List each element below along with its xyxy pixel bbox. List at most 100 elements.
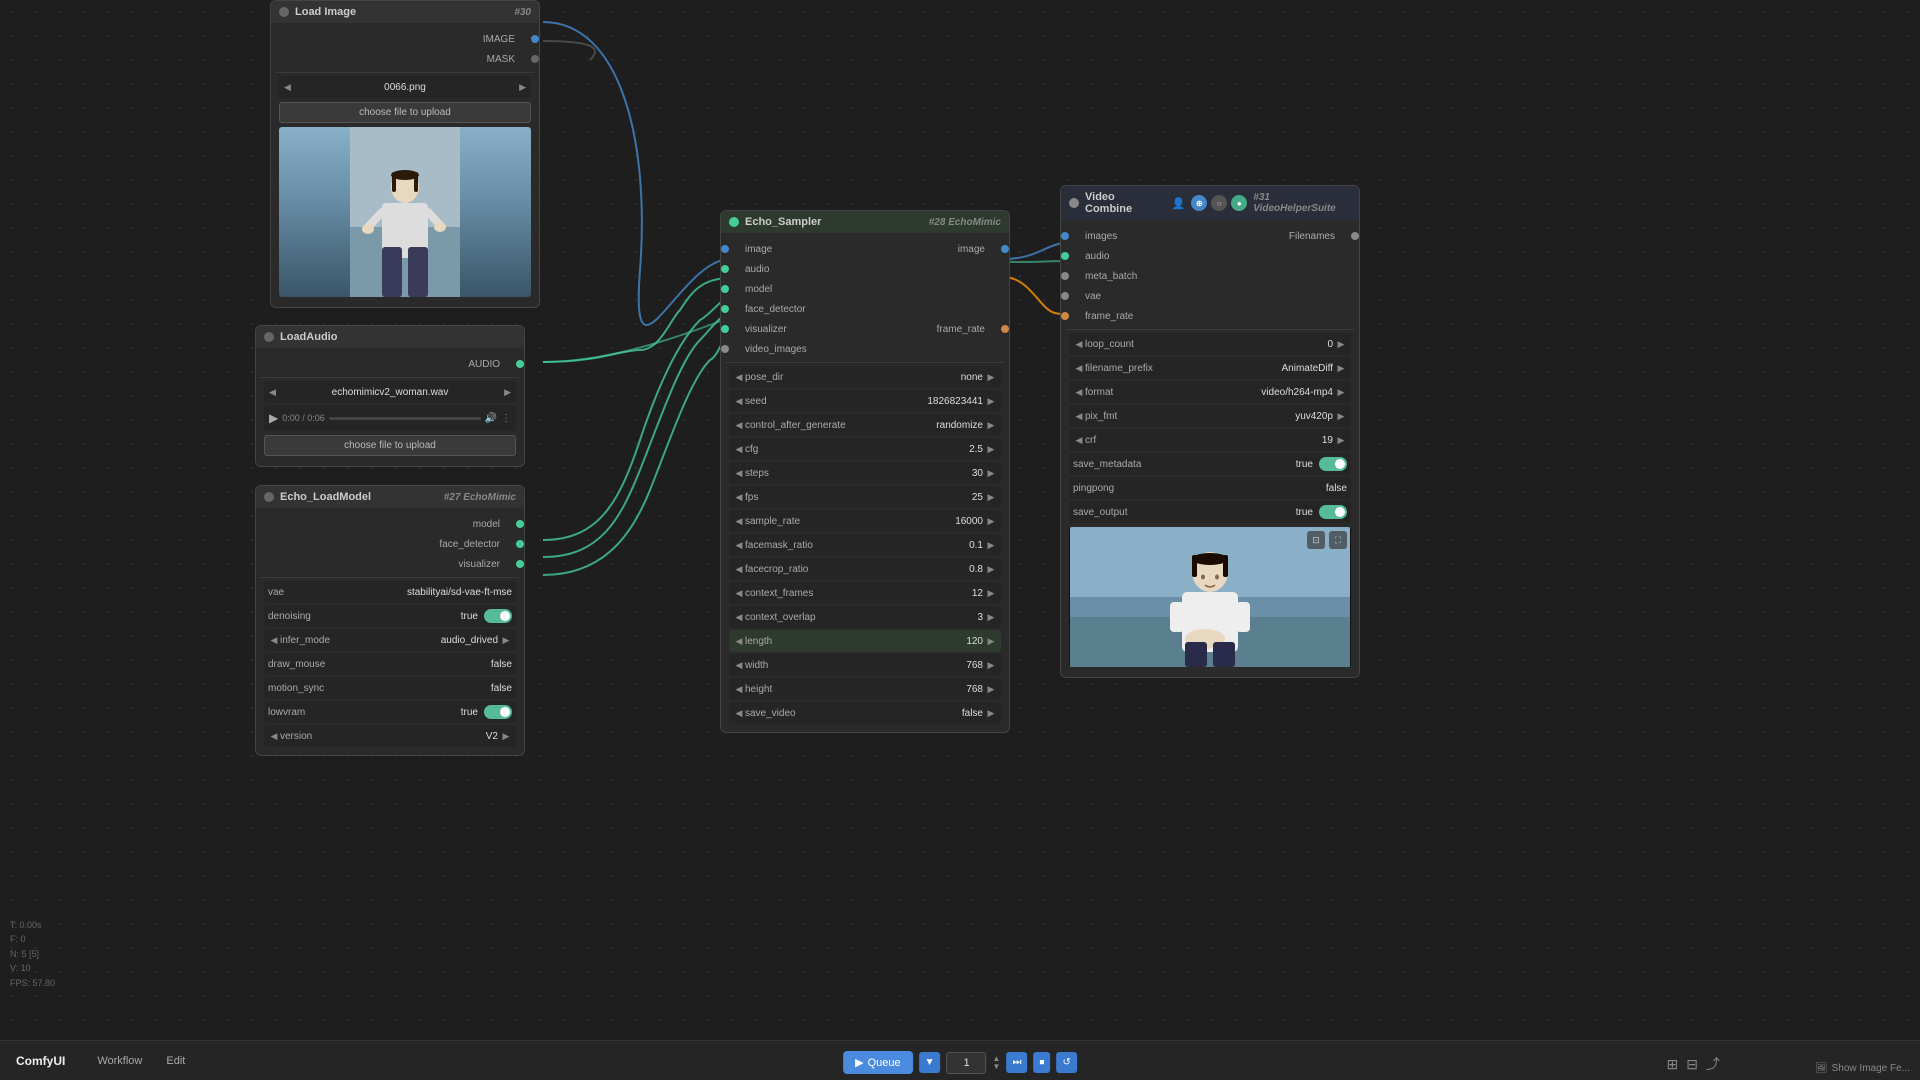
context-frames-prev[interactable]: ◀ — [733, 587, 745, 599]
height-next[interactable]: ▶ — [985, 683, 997, 695]
pose-dir-next[interactable]: ▶ — [985, 371, 997, 383]
audio-progress-bar[interactable] — [329, 417, 481, 420]
infer-mode-next[interactable]: ▶ — [500, 634, 512, 646]
queue-label: Queue — [868, 1057, 901, 1069]
facemask-next[interactable]: ▶ — [985, 539, 997, 551]
width-next[interactable]: ▶ — [985, 659, 997, 671]
facemask-prev[interactable]: ◀ — [733, 539, 745, 551]
control-after-next[interactable]: ▶ — [985, 419, 997, 431]
steps-prev[interactable]: ◀ — [733, 467, 745, 479]
vc-audio-in-port: audio — [1065, 246, 1210, 266]
width-ctrl: ◀ width 768 ▶ — [729, 654, 1001, 676]
visualizer-output-port: visualizer — [260, 554, 520, 574]
height-prev[interactable]: ◀ — [733, 683, 745, 695]
loop-count-next[interactable]: ▶ — [1335, 338, 1347, 350]
person-svg — [350, 127, 460, 297]
save-metadata-toggle[interactable] — [1319, 457, 1347, 471]
node-icon-person: 👤 — [1172, 197, 1186, 210]
control-after-ctrl: ◀ control_after_generate randomize ▶ — [729, 414, 1001, 436]
filenames-out-port: Filenames — [1210, 226, 1355, 246]
play-button[interactable]: ▶ — [269, 411, 278, 425]
fps-prev[interactable]: ◀ — [733, 491, 745, 503]
width-prev[interactable]: ◀ — [733, 659, 745, 671]
audio-file-selector[interactable]: ◀ echomimicv2_woman.wav ▶ — [264, 381, 516, 403]
cfg-next[interactable]: ▶ — [985, 443, 997, 455]
queue-count-down[interactable]: ▼ — [993, 1063, 1001, 1071]
loop-count-prev[interactable]: ◀ — [1073, 338, 1085, 350]
sample-rate-prev[interactable]: ◀ — [733, 515, 745, 527]
length-next[interactable]: ▶ — [985, 635, 997, 647]
workflow-menu[interactable]: Workflow — [97, 1055, 142, 1067]
filename-prefix-next[interactable]: ▶ — [1335, 362, 1347, 374]
stop-button[interactable]: ⏹ — [1033, 1052, 1050, 1073]
vc-btn-2[interactable]: ○ — [1211, 195, 1227, 211]
share-icon-button[interactable]: ⤴ — [1706, 1054, 1720, 1074]
next-audio-arrow[interactable]: ▶ — [501, 387, 514, 398]
layout-icon-button[interactable]: ⊟ — [1686, 1056, 1698, 1073]
lowvram-toggle[interactable] — [484, 705, 512, 719]
context-overlap-next[interactable]: ▶ — [985, 611, 997, 623]
infer-mode-ctrl: ◀ infer_mode audio_drived ▶ — [264, 629, 516, 651]
node-body: AUDIO ◀ echomimicv2_woman.wav ▶ ▶ 0:00 /… — [256, 348, 524, 466]
save-video-next[interactable]: ▶ — [985, 707, 997, 719]
audio-more-button[interactable]: ⋮ — [501, 413, 511, 424]
seed-prev[interactable]: ◀ — [733, 395, 745, 407]
output-ports: image frame_rate — [865, 239, 1005, 359]
history-button[interactable]: ↺ — [1056, 1052, 1076, 1073]
context-frames-next[interactable]: ▶ — [985, 587, 997, 599]
grid-icon-button[interactable]: ⊞ — [1667, 1056, 1679, 1073]
facecrop-prev[interactable]: ◀ — [733, 563, 745, 575]
save-output-toggle[interactable] — [1319, 505, 1347, 519]
image-upload-button[interactable]: choose file to upload — [279, 102, 531, 123]
seed-next[interactable]: ▶ — [985, 395, 997, 407]
show-image-feed-button[interactable]: 🖼 Show Image Fe... — [1815, 1063, 1910, 1074]
queue-button[interactable]: ▶ Queue — [843, 1051, 913, 1074]
node-title: LoadAudio — [280, 331, 337, 343]
skip-button[interactable]: ⏭ — [1006, 1052, 1027, 1073]
context-overlap-prev[interactable]: ◀ — [733, 611, 745, 623]
infer-mode-prev[interactable]: ◀ — [268, 634, 280, 646]
queue-count-stepper: ▲ ▼ — [993, 1055, 1001, 1071]
audio-upload-button[interactable]: choose file to upload — [264, 435, 516, 456]
meta-batch-in-dot — [1061, 272, 1069, 280]
facecrop-next[interactable]: ▶ — [985, 563, 997, 575]
crf-next[interactable]: ▶ — [1335, 434, 1347, 446]
vae-ctrl: vae stabilityai/sd-vae-ft-mse — [264, 581, 516, 603]
steps-next[interactable]: ▶ — [985, 467, 997, 479]
audio-in-port: audio — [725, 259, 865, 279]
stat-T: T: 0.00s — [10, 918, 55, 932]
pose-dir-prev[interactable]: ◀ — [733, 371, 745, 383]
expand-icon[interactable]: ⊡ — [1307, 531, 1325, 549]
vc-btn-3[interactable]: ● — [1231, 195, 1247, 211]
format-prev[interactable]: ◀ — [1073, 386, 1085, 398]
version-next[interactable]: ▶ — [500, 730, 512, 742]
volume-icon[interactable]: 🔊 — [485, 413, 497, 424]
next-file-arrow[interactable]: ▶ — [516, 82, 529, 93]
length-ctrl: ◀ length 120 ▶ — [729, 630, 1001, 652]
control-after-prev[interactable]: ◀ — [733, 419, 745, 431]
sample-rate-next[interactable]: ▶ — [985, 515, 997, 527]
audio-filename: echomimicv2_woman.wav — [279, 387, 501, 398]
cfg-prev[interactable]: ◀ — [733, 443, 745, 455]
version-prev[interactable]: ◀ — [268, 730, 280, 742]
divider — [1065, 329, 1355, 330]
format-next[interactable]: ▶ — [1335, 386, 1347, 398]
fps-next[interactable]: ▶ — [985, 491, 997, 503]
pix-fmt-next[interactable]: ▶ — [1335, 410, 1347, 422]
node-status-dot — [279, 7, 289, 17]
edit-menu[interactable]: Edit — [166, 1055, 185, 1067]
divider — [275, 72, 535, 73]
prev-audio-arrow[interactable]: ◀ — [266, 387, 279, 398]
prev-file-arrow[interactable]: ◀ — [281, 82, 294, 93]
queue-count-input[interactable] — [947, 1052, 987, 1074]
pix-fmt-prev[interactable]: ◀ — [1073, 410, 1085, 422]
image-file-selector[interactable]: ◀ 0066.png ▶ — [279, 76, 531, 98]
queue-dropdown-arrow[interactable]: ▼ — [919, 1052, 941, 1073]
crf-prev[interactable]: ◀ — [1073, 434, 1085, 446]
filename-prefix-prev[interactable]: ◀ — [1073, 362, 1085, 374]
denoising-toggle[interactable] — [484, 609, 512, 623]
length-prev[interactable]: ◀ — [733, 635, 745, 647]
fullscreen-icon[interactable]: ⛶ — [1329, 531, 1347, 549]
save-video-prev[interactable]: ◀ — [733, 707, 745, 719]
vc-btn-1[interactable]: ⊕ — [1191, 195, 1207, 211]
